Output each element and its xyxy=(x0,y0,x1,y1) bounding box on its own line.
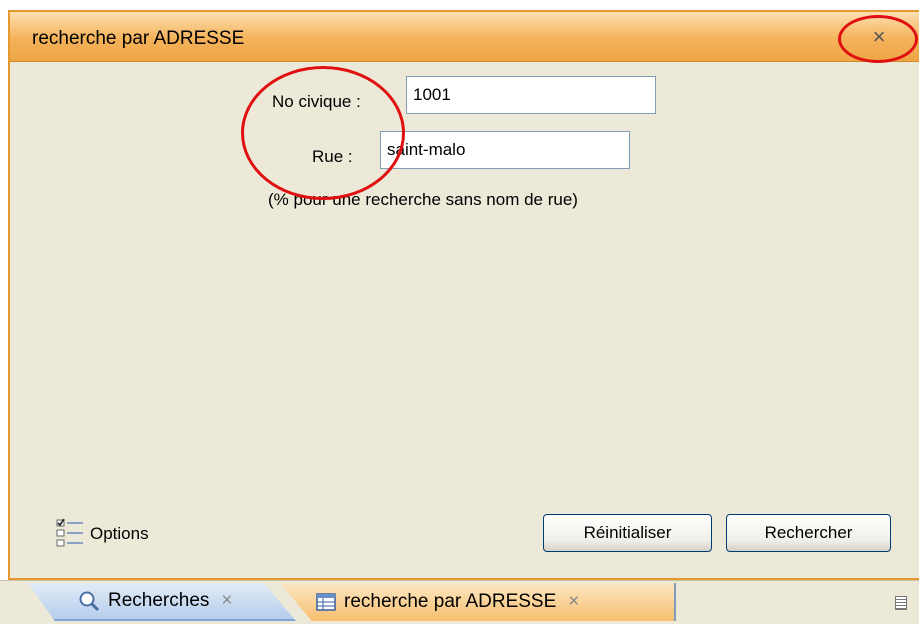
annotation-circle-fields xyxy=(241,66,405,200)
search-button[interactable]: Rechercher xyxy=(726,514,891,552)
reset-button[interactable]: Réinitialiser xyxy=(543,514,712,552)
civic-number-input[interactable] xyxy=(406,76,656,114)
magnifier-icon xyxy=(79,591,100,612)
street-input[interactable] xyxy=(380,131,630,169)
annotation-circle-close xyxy=(838,15,918,63)
panel-titlebar: recherche par ADRESSE × xyxy=(10,12,919,62)
table-icon xyxy=(316,593,336,611)
tab-label: recherche par ADRESSE xyxy=(344,591,557,612)
tab-label: Recherches xyxy=(108,590,210,611)
panel-title: recherche par ADRESSE xyxy=(32,28,245,49)
tab-bar: Recherches × recherche par ADRESSE × xyxy=(0,580,919,624)
options-list-icon xyxy=(56,519,83,547)
close-tab-icon[interactable]: × xyxy=(221,590,232,612)
tab-recherche-adresse[interactable]: recherche par ADRESSE × xyxy=(280,583,676,621)
tab-recherches[interactable]: Recherches × xyxy=(28,583,296,621)
options-label: Options xyxy=(90,524,149,543)
tab-menu-icon[interactable] xyxy=(895,596,907,610)
options-toggle[interactable]: Options xyxy=(56,517,149,551)
search-panel: recherche par ADRESSE × No civique : Rue… xyxy=(8,10,919,580)
close-tab-icon[interactable]: × xyxy=(568,591,579,613)
